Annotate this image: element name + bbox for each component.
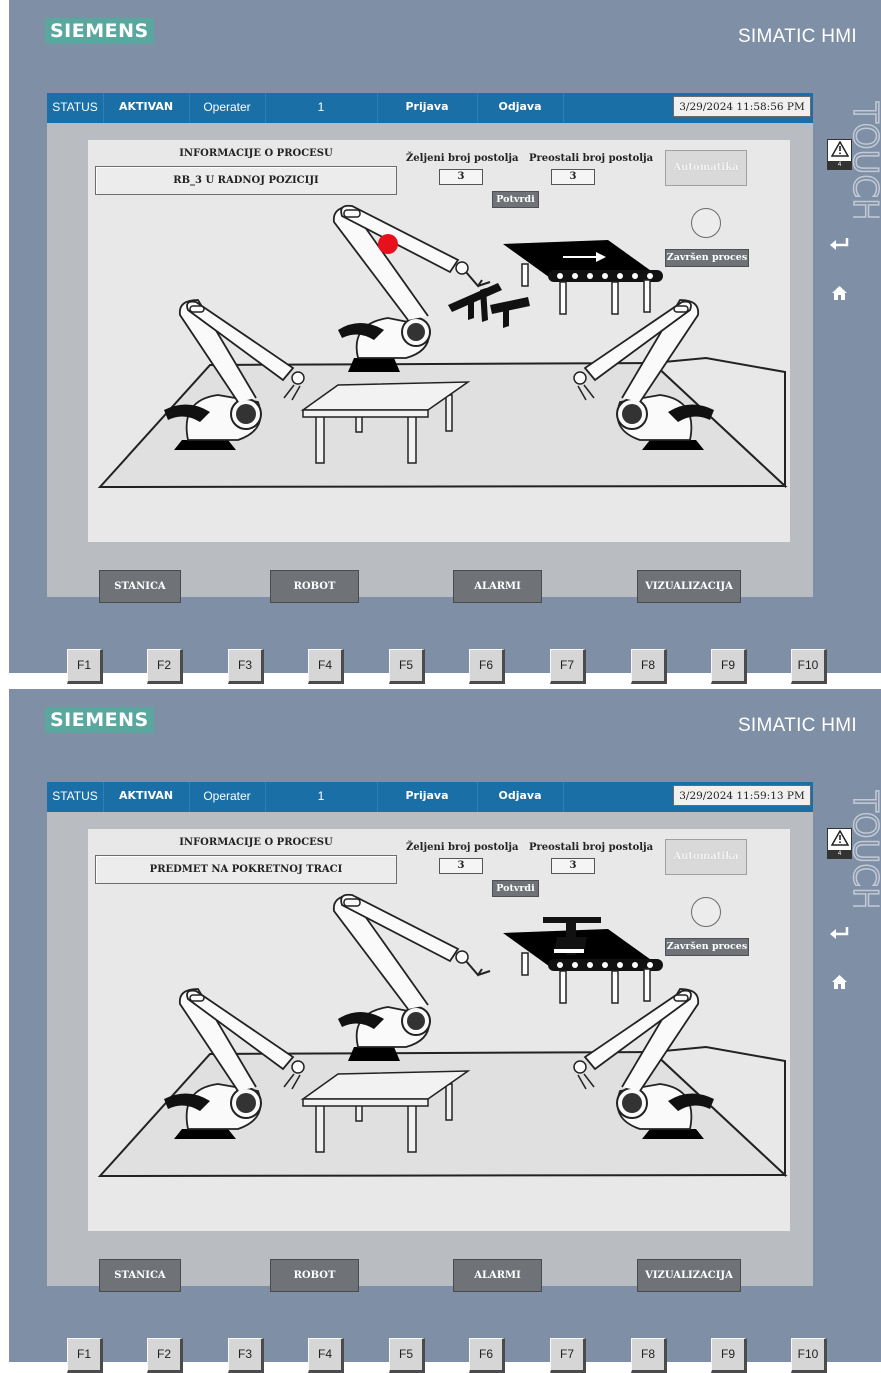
robot-cell-illustration xyxy=(97,204,788,489)
home-icon[interactable] xyxy=(827,972,852,992)
nav-alarmi-button[interactable]: ALARMI xyxy=(453,570,542,603)
process-message: PREDMET NA POKRETNOJ TRACI xyxy=(95,855,397,884)
alarm-count-badge: 4 xyxy=(828,161,851,169)
nav-alarmi-button[interactable]: ALARMI xyxy=(453,1259,542,1292)
f9-key[interactable]: F9 xyxy=(711,1338,747,1373)
datetime-display: 3/29/2024 11:59:13 PM xyxy=(673,785,811,806)
process-view: INFORMACIJE O PROCESU RB_3 U RADNOJ POZI… xyxy=(88,140,790,542)
process-info-title: INFORMACIJE O PROCESU xyxy=(179,837,333,848)
automatic-button[interactable]: Automatika xyxy=(665,150,747,186)
automatic-button[interactable]: Automatika xyxy=(665,839,747,875)
status-bar: STATUS AKTIVAN Operater 1 Prijava Odjava… xyxy=(47,782,813,812)
nav-stanica-button[interactable]: STANICA xyxy=(99,1259,181,1292)
nav-vizualizacija-button[interactable]: VIZUALIZACIJA xyxy=(637,570,741,603)
f4-key[interactable]: F4 xyxy=(308,649,344,684)
status-label: STATUS xyxy=(47,93,104,123)
login-button[interactable]: Prijava xyxy=(377,782,478,812)
f7-key[interactable]: F7 xyxy=(550,1338,586,1373)
simatic-hmi-label: SIMATIC HMI xyxy=(737,26,857,47)
remaining-count-label: Preostali broj postolja xyxy=(529,842,654,853)
touch-label: TOUCH xyxy=(850,789,880,907)
user-value: 1 xyxy=(265,93,378,123)
status-state: AKTIVAN xyxy=(103,93,190,123)
remaining-count-display: 3 xyxy=(551,169,595,185)
desired-count-input[interactable]: 3 xyxy=(439,169,483,185)
f1-key[interactable]: F1 xyxy=(67,1338,103,1373)
process-message: RB_3 U RADNOJ POZICIJI xyxy=(95,166,397,195)
siemens-logo: SIEMENS xyxy=(45,18,154,44)
hmi-screen: STATUS AKTIVAN Operater 1 Prijava Odjava… xyxy=(47,782,813,1292)
part-in-gripper xyxy=(448,283,530,328)
alarm-count-badge: 4 xyxy=(828,850,851,858)
f9-key[interactable]: F9 xyxy=(711,649,747,684)
desired-count-label: Željeni broj postolja xyxy=(406,153,519,164)
confirm-button[interactable]: Potvrdi xyxy=(492,880,539,897)
hmi-panel-2: SIEMENS SIMATIC HMI TOUCH STATUS AKTIVAN… xyxy=(9,689,881,1373)
process-done-button[interactable]: Završen proces xyxy=(665,249,749,267)
logout-button[interactable]: Odjava xyxy=(477,782,564,812)
svg-text:TOUCH: TOUCH xyxy=(850,101,880,218)
f7-key[interactable]: F7 xyxy=(550,649,586,684)
nav-robot-button[interactable]: ROBOT xyxy=(270,1259,359,1292)
f5-key[interactable]: F5 xyxy=(389,649,425,684)
f3-key[interactable]: F3 xyxy=(228,1338,264,1373)
desired-count-label: Željeni broj postolja xyxy=(406,842,519,853)
f6-key[interactable]: F6 xyxy=(469,649,505,684)
confirm-button[interactable]: Potvrdi xyxy=(492,191,539,208)
nav-vizualizacija-button[interactable]: VIZUALIZACIJA xyxy=(637,1259,741,1292)
user-label: Operater xyxy=(189,93,266,123)
process-done-lamp xyxy=(691,897,721,927)
siemens-logo: SIEMENS xyxy=(45,707,154,733)
robot-status-indicator xyxy=(378,234,398,254)
f10-key[interactable]: F10 xyxy=(791,649,827,684)
touch-label: TOUCH xyxy=(850,100,880,218)
warning-icon[interactable]: 4 xyxy=(827,828,852,859)
desired-count-input[interactable]: 3 xyxy=(439,858,483,874)
status-bar: STATUS AKTIVAN Operater 1 Prijava Odjava… xyxy=(47,93,813,123)
hmi-panel-1: SIEMENS SIMATIC HMI TOUCH STATUS AKTIVAN… xyxy=(9,0,881,684)
nav-robot-button[interactable]: ROBOT xyxy=(270,570,359,603)
f2-key[interactable]: F2 xyxy=(147,649,183,684)
f3-key[interactable]: F3 xyxy=(228,649,264,684)
process-done-button[interactable]: Završen proces xyxy=(665,938,749,956)
warning-icon[interactable]: 4 xyxy=(827,139,852,170)
logout-button[interactable]: Odjava xyxy=(477,93,564,123)
nav-stanica-button[interactable]: STANICA xyxy=(99,570,181,603)
f5-key[interactable]: F5 xyxy=(389,1338,425,1373)
home-icon[interactable] xyxy=(827,283,852,303)
login-button[interactable]: Prijava xyxy=(377,93,478,123)
f4-key[interactable]: F4 xyxy=(308,1338,344,1373)
status-label: STATUS xyxy=(47,782,104,812)
f2-key[interactable]: F2 xyxy=(147,1338,183,1373)
remaining-count-label: Preostali broj postolja xyxy=(529,153,654,164)
hmi-screen: STATUS AKTIVAN Operater 1 Prijava Odjava… xyxy=(47,93,813,603)
robot-center xyxy=(332,893,491,1061)
robot-center xyxy=(332,204,491,372)
f6-key[interactable]: F6 xyxy=(469,1338,505,1373)
status-state: AKTIVAN xyxy=(103,782,190,812)
robot-cell-illustration xyxy=(97,893,788,1178)
datetime-display: 3/29/2024 11:58:56 PM xyxy=(673,96,811,117)
process-done-lamp xyxy=(691,208,721,238)
f8-key[interactable]: F8 xyxy=(631,649,667,684)
return-icon[interactable] xyxy=(827,922,852,942)
return-icon[interactable] xyxy=(827,233,852,253)
f10-key[interactable]: F10 xyxy=(791,1338,827,1373)
svg-text:TOUCH: TOUCH xyxy=(850,790,880,907)
f8-key[interactable]: F8 xyxy=(631,1338,667,1373)
simatic-hmi-label: SIMATIC HMI xyxy=(737,715,857,736)
user-label: Operater xyxy=(189,782,266,812)
process-info-title: INFORMACIJE O PROCESU xyxy=(179,148,333,159)
process-view: INFORMACIJE O PROCESU PREDMET NA POKRETN… xyxy=(88,829,790,1231)
f1-key[interactable]: F1 xyxy=(67,649,103,684)
user-value: 1 xyxy=(265,782,378,812)
remaining-count-display: 3 xyxy=(551,858,595,874)
